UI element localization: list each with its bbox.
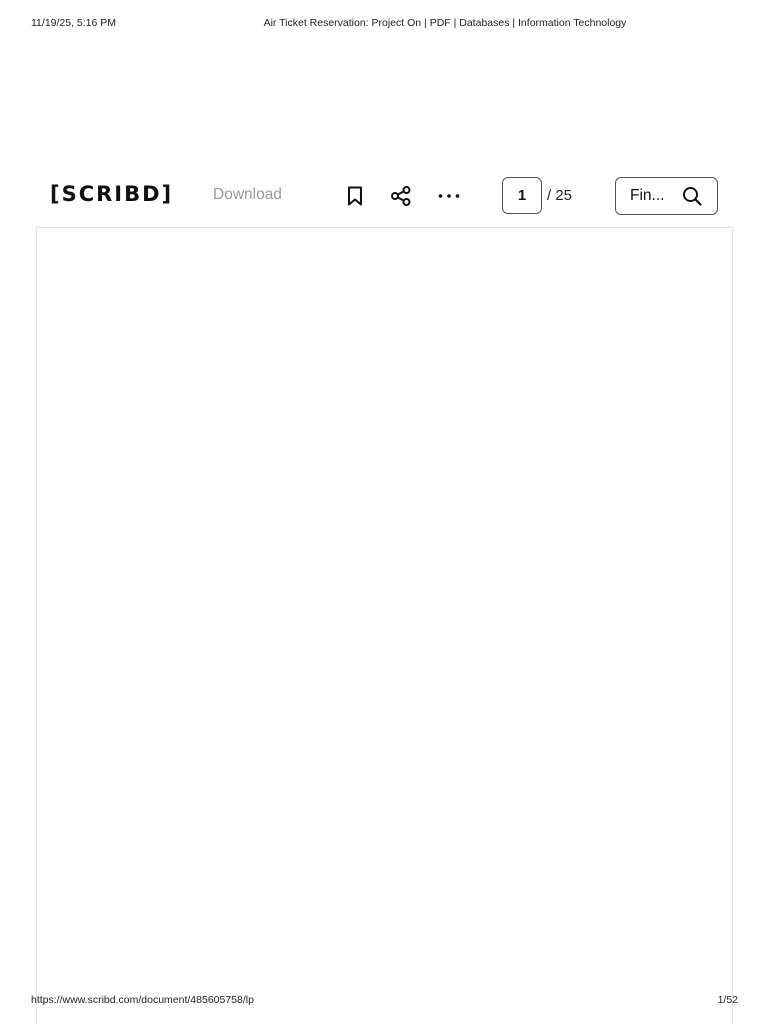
page-total: / 25 <box>547 187 573 204</box>
document-toolbar: [SCRIBD] Download 1 / 25 Fin... <box>0 170 768 222</box>
document-page-viewer[interactable] <box>36 227 733 1024</box>
search-icon[interactable] <box>682 186 702 211</box>
scribd-logo[interactable]: [SCRIBD] <box>50 182 173 206</box>
share-icon <box>390 185 412 207</box>
print-url: https://www.scribd.com/document/48560575… <box>31 994 254 1006</box>
find-label: Fin... <box>630 187 665 204</box>
more-icon <box>437 193 461 199</box>
print-page-number: 1/52 <box>717 994 738 1006</box>
download-button[interactable]: Download <box>213 186 282 204</box>
page-number-input[interactable] <box>502 177 542 214</box>
bookmark-button[interactable] <box>342 183 368 209</box>
page: 11/19/25, 5:16 PM Air Ticket Reservation… <box>0 0 768 1024</box>
more-options-button[interactable] <box>436 183 462 209</box>
find-in-document-field[interactable]: Fin... <box>615 177 718 215</box>
share-button[interactable] <box>388 183 414 209</box>
print-title: Air Ticket Reservation: Project On | PDF… <box>263 17 627 29</box>
bookmark-icon <box>347 186 363 206</box>
